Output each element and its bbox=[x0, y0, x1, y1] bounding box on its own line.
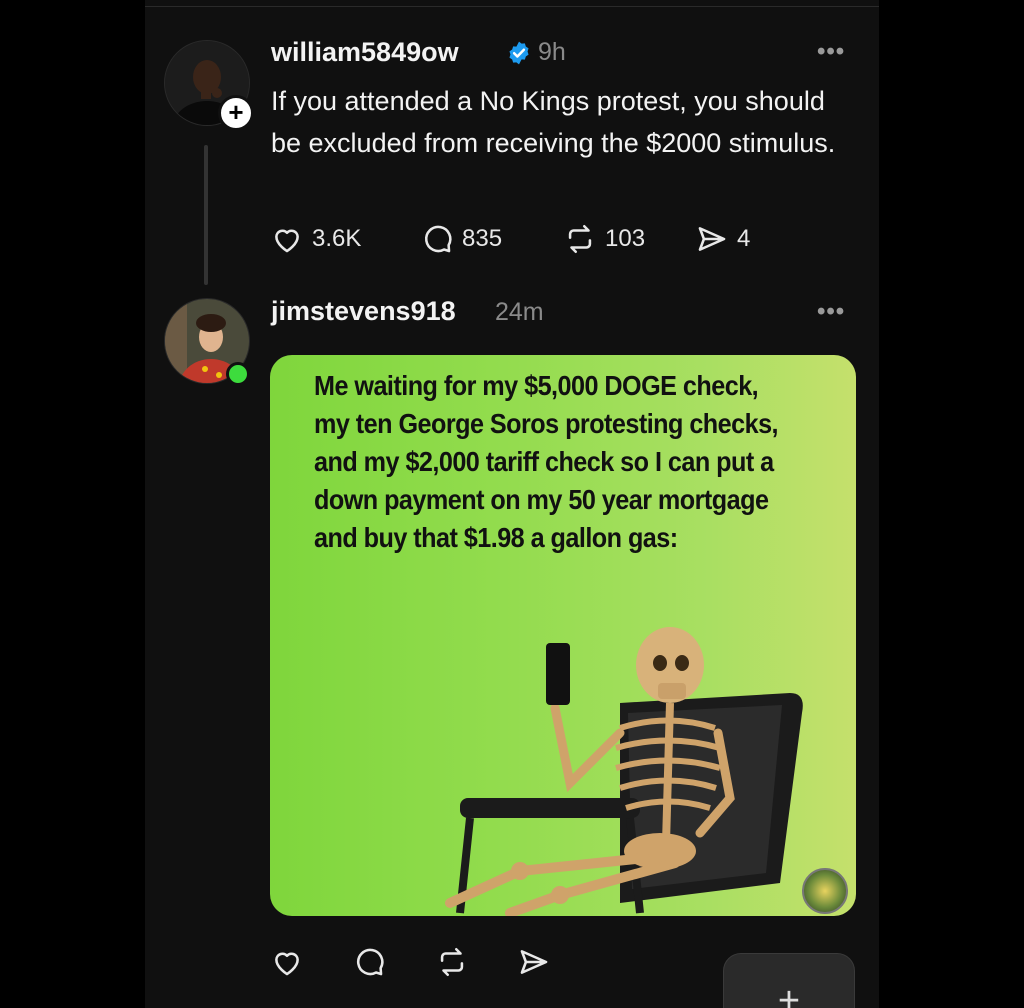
repost-icon bbox=[440, 947, 464, 977]
share-button[interactable] bbox=[517, 945, 551, 979]
compose-button[interactable]: + bbox=[723, 953, 855, 1008]
reply-button[interactable] bbox=[352, 945, 386, 979]
meme-image[interactable]: Me waiting for my $5,000 DOGE check, my … bbox=[270, 355, 856, 916]
share-button[interactable]: 4 bbox=[695, 222, 750, 256]
plus-icon: + bbox=[228, 97, 244, 127]
repost-icon bbox=[568, 224, 592, 254]
comment-icon bbox=[424, 225, 452, 253]
reply-button[interactable]: 835 bbox=[420, 222, 502, 256]
divider bbox=[145, 6, 879, 7]
like-count: 3.6K bbox=[312, 225, 362, 252]
post-time: 24m bbox=[495, 298, 544, 326]
like-button[interactable] bbox=[270, 945, 304, 979]
thread-feed: + william5849ow 9h ••• If you attended a… bbox=[145, 0, 879, 1008]
follow-button[interactable]: + bbox=[218, 95, 254, 131]
skeleton-illustration bbox=[445, 627, 803, 916]
more-options-button[interactable]: ••• bbox=[817, 298, 845, 326]
like-button[interactable]: 3.6K bbox=[270, 222, 361, 256]
heart-icon bbox=[275, 952, 299, 976]
share-count: 4 bbox=[737, 225, 751, 252]
plus-icon: + bbox=[777, 980, 801, 1008]
comment-icon bbox=[356, 948, 384, 976]
heart-icon bbox=[275, 229, 299, 253]
more-options-button[interactable]: ••• bbox=[817, 38, 845, 66]
send-icon bbox=[520, 950, 548, 974]
verified-badge-icon bbox=[509, 41, 529, 65]
post-text: If you attended a No Kings protest, you … bbox=[271, 86, 836, 158]
post-time: 9h bbox=[538, 38, 566, 66]
reply-count: 835 bbox=[462, 225, 503, 252]
post-username[interactable]: jimstevens918 bbox=[271, 296, 456, 327]
online-status-indicator bbox=[226, 362, 250, 386]
send-icon bbox=[698, 227, 726, 251]
watermark-logo bbox=[802, 868, 848, 914]
post-username[interactable]: william5849ow bbox=[271, 37, 459, 68]
thread-line bbox=[204, 145, 208, 285]
repost-count: 103 bbox=[605, 225, 646, 252]
meme-caption: Me waiting for my $5,000 DOGE check, my … bbox=[314, 370, 779, 553]
repost-button[interactable]: 103 bbox=[563, 222, 645, 256]
repost-button[interactable] bbox=[435, 945, 469, 979]
